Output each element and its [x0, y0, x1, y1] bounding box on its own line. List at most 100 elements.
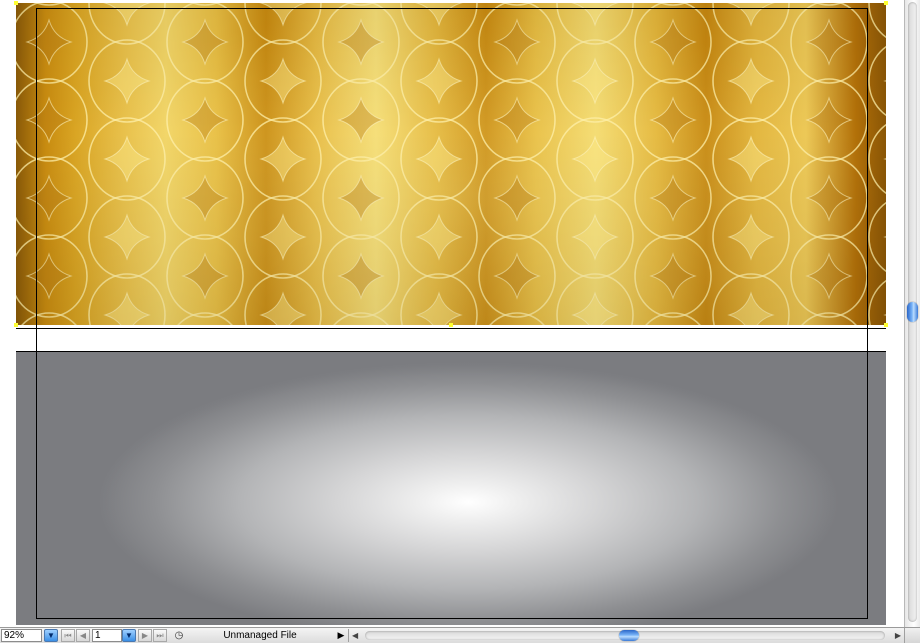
horizontal-scroll-thumb[interactable] [619, 630, 639, 641]
pattern-oval [347, 3, 375, 6]
first-page-button[interactable]: ⏮ [61, 629, 75, 642]
pattern-oval [556, 117, 634, 201]
selection-handle-top-left[interactable] [14, 1, 18, 5]
status-menu-arrow-icon[interactable]: ▶ [336, 629, 346, 642]
pattern-oval [790, 78, 868, 162]
page-number-field[interactable]: 1 [92, 629, 122, 642]
resize-grip[interactable] [904, 628, 920, 643]
pattern-oval [166, 234, 244, 318]
pattern-oval [244, 195, 322, 279]
zoom-menu-button[interactable]: ▼ [44, 629, 58, 642]
scroll-left-arrow-icon[interactable]: ◀ [352, 629, 362, 642]
pattern-star [103, 291, 151, 325]
pattern-star [883, 3, 886, 4]
placed-gold-pattern-image[interactable] [16, 3, 886, 325]
pattern-oval [712, 195, 790, 279]
page-spread[interactable] [14, 1, 888, 625]
pattern-star [883, 158, 886, 160]
pattern-star [415, 291, 463, 325]
status-clock-icon[interactable]: ◷ [172, 629, 186, 642]
pattern-star [727, 135, 775, 183]
pattern-star [883, 80, 886, 82]
vertical-scrollbar[interactable] [904, 0, 920, 627]
pattern-star [415, 57, 463, 105]
pattern-star [649, 174, 697, 222]
pattern-oval [712, 117, 790, 201]
pattern-star [805, 252, 853, 300]
pattern-oval [868, 3, 886, 39]
pattern-oval [400, 273, 478, 325]
previous-page-button[interactable]: ◀ [76, 629, 90, 642]
pattern-oval [88, 3, 166, 45]
pattern-oval [244, 273, 322, 325]
pattern-oval [244, 39, 322, 123]
pattern-star [727, 213, 775, 261]
pattern-oval [322, 3, 400, 84]
pattern-oval [712, 3, 790, 45]
selection-handle-bottom-right[interactable] [884, 323, 888, 327]
previous-page-icon: ◀ [79, 631, 87, 640]
selection-handle-bottom-left[interactable] [14, 323, 18, 327]
pattern-oval [556, 273, 634, 325]
pattern-oval [400, 117, 478, 201]
last-page-icon: ⏭ [156, 631, 164, 640]
chevron-down-icon: ▼ [125, 631, 133, 640]
zoom-field[interactable]: 92% [1, 629, 42, 642]
pasteboard[interactable] [0, 0, 904, 627]
pattern-star [25, 96, 73, 144]
pattern-oval [88, 195, 166, 279]
horizontal-scrollbar[interactable]: ◀ ▶ [348, 629, 904, 642]
pattern-oval [634, 78, 712, 162]
pattern-star [805, 18, 853, 66]
pattern-oval [634, 156, 712, 240]
pattern-star [571, 213, 619, 261]
pattern-star [493, 252, 541, 300]
pattern-star [181, 174, 229, 222]
scroll-right-arrow-icon[interactable]: ▶ [891, 629, 901, 642]
document-status-text[interactable]: Unmanaged File [190, 629, 330, 642]
pattern-oval [489, 312, 545, 325]
pattern-star [727, 3, 775, 27]
pattern-star [571, 291, 619, 325]
pattern-oval [790, 234, 868, 318]
pattern-oval [556, 39, 634, 123]
pattern-star [181, 252, 229, 300]
page-menu-button[interactable]: ▼ [122, 629, 136, 642]
pattern-star [337, 18, 385, 66]
pattern-oval [16, 234, 88, 318]
status-bar: 92% ▼ ⏮ ◀ 1 ▼ ▶ ⏭ ◷ Unmanaged File ▶ ◀ ▶ [0, 627, 920, 643]
pattern-oval [322, 78, 400, 162]
pattern-star [649, 252, 697, 300]
pattern-oval [868, 45, 886, 117]
pattern-star [493, 18, 541, 66]
pattern-star [883, 314, 886, 316]
next-page-button[interactable]: ▶ [138, 629, 152, 642]
pattern-star [25, 18, 73, 66]
pattern-oval [400, 39, 478, 123]
pattern-oval [556, 3, 634, 45]
pattern-star [571, 57, 619, 105]
pattern-oval [322, 234, 400, 318]
pattern-oval [659, 3, 687, 6]
pattern-star [649, 96, 697, 144]
vertical-scroll-thumb[interactable] [907, 302, 918, 322]
pattern-oval [88, 39, 166, 123]
empty-frame-strip[interactable] [16, 328, 886, 352]
pattern-oval [400, 3, 478, 45]
selection-handle-bottom-mid[interactable] [449, 323, 453, 327]
grey-gradient-panel[interactable] [16, 352, 886, 625]
pattern-oval [166, 3, 244, 84]
last-page-button[interactable]: ⏭ [153, 629, 167, 642]
pattern-oval [166, 156, 244, 240]
pattern-oval [478, 234, 556, 318]
pattern-star [727, 291, 775, 325]
pattern-star [649, 18, 697, 66]
pattern-oval [244, 3, 322, 45]
pattern-oval [868, 123, 886, 195]
pattern-oval [16, 156, 88, 240]
pattern-star [727, 57, 775, 105]
next-page-icon: ▶ [141, 631, 149, 640]
pattern-oval [790, 156, 868, 240]
pattern-oval [333, 312, 389, 325]
selection-handle-top-right[interactable] [884, 1, 888, 5]
